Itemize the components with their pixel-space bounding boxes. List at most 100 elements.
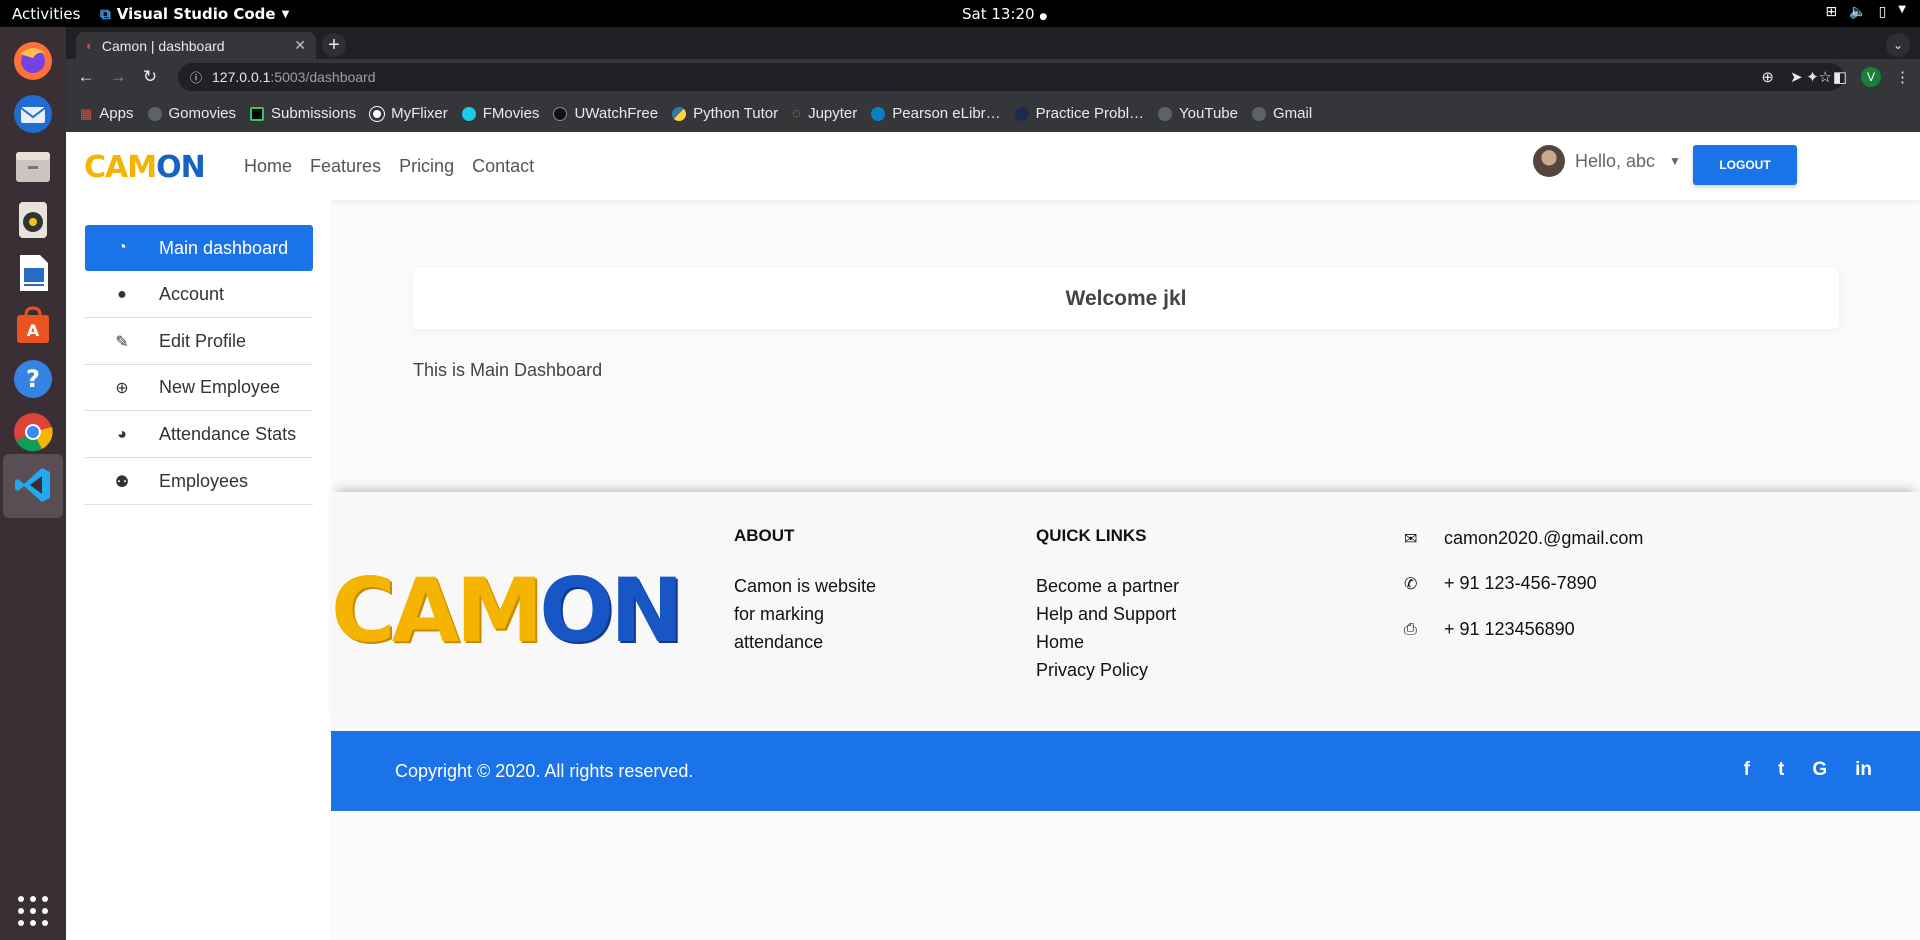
bookmark-label: Gomovies [168,105,237,122]
bookmark-youtube[interactable]: YouTube [1158,105,1238,122]
sidebar-item-new-employee[interactable]: ⊕ New Employee [85,365,313,411]
nav-link-home[interactable]: Home [244,156,292,177]
nav-link-pricing[interactable]: Pricing [399,156,454,177]
dashboard-subtitle: This is Main Dashboard [413,360,603,380]
bookmark-label: UWatchFree [574,105,659,122]
linkedin-icon[interactable]: in [1855,759,1872,781]
vscode-icon[interactable] [9,461,57,509]
clock[interactable]: Sat 13:20 ● [962,5,1047,23]
footer-link-privacy[interactable]: Privacy Policy [1036,656,1179,684]
rhythmbox-icon[interactable] [9,196,57,244]
help-icon[interactable]: ? [9,355,57,403]
about-heading: ABOUT [734,526,795,545]
activities-button[interactable]: Activities [12,5,80,23]
nav-link-contact[interactable]: Contact [472,156,534,177]
menu-icon[interactable]: ⋮ [1895,68,1910,86]
bookmark-pearson[interactable]: Pearson eLibr… [871,105,1001,122]
browser-toolbar: ← → ↻ ⓘ 127.0.0.1:5003/dashboard ⊕ ➤ ☆ ✦… [66,59,1920,95]
url-path: :5003/dashboard [270,69,376,85]
software-center-icon[interactable]: A [9,302,57,350]
address-bar[interactable]: ⓘ 127.0.0.1:5003/dashboard ⊕ ➤ ☆ [178,63,1844,91]
contact-email: ✉ camon2020.@gmail.com [1404,528,1643,549]
logout-button[interactable]: LOGOUT [1693,145,1797,185]
battery-icon: ▯ [1878,4,1887,20]
apps-grid-icon: ▦ [80,105,93,121]
contact-phone: ✆ + 91 123-456-7890 [1404,573,1597,594]
bookmark-gomovies[interactable]: Gomovies [147,105,237,122]
bookmark-jupyter[interactable]: ◌ Jupyter [792,105,857,122]
svg-text:A: A [27,321,40,340]
tab-search-button[interactable]: ⌄ [1886,33,1910,57]
user-menu[interactable]: Hello, abc ▼ [1533,145,1681,177]
app-menu[interactable]: ⧉ Visual Studio Code ▼ [100,5,289,23]
copyright-bar: Copyright © 2020. All rights reserved. f… [331,731,1920,811]
facebook-icon[interactable]: f [1744,759,1750,781]
firefox-icon[interactable] [9,37,57,85]
user-edit-icon: ✎ [115,333,129,351]
contact-fax: ⎙ + 91 123456890 [1404,619,1575,640]
footer-logo: CAMON [331,567,684,655]
bookmark-fmovies[interactable]: FMovies [461,105,540,122]
twitter-icon[interactable]: t [1778,759,1784,781]
quick-links-heading: QUICK LINKS [1036,526,1147,545]
bookmark-uwatchfree[interactable]: UWatchFree [553,105,658,122]
nav-links: Home Features Pricing Contact [244,156,534,177]
bookmark-label: FMovies [482,105,540,122]
close-tab-icon[interactable]: ✕ [294,37,306,54]
footer-link-become-partner[interactable]: Become a partner [1036,572,1179,600]
globe-icon [1252,106,1266,121]
new-tab-button[interactable]: + [322,33,346,57]
bookmark-myflixer[interactable]: MyFlixer [369,105,448,122]
tab-title: Camon | dashboard [101,37,225,54]
fax-text: + 91 123456890 [1444,619,1575,639]
sidebar-item-edit-profile[interactable]: ✎ Edit Profile [85,319,313,365]
nav-link-features[interactable]: Features [310,156,381,177]
sidebar: ◔ Main dashboard ● Account ✎ Edit Profil… [66,200,331,940]
writer-icon[interactable] [9,249,57,297]
bookmark-apps[interactable]: ▦ Apps [80,105,134,122]
sidebar-item-label: Edit Profile [159,331,247,351]
caret-down-icon: ▼ [1669,154,1681,168]
quick-links: Become a partner Help and Support Home P… [1036,572,1179,684]
bookmark-gmail[interactable]: Gmail [1252,105,1312,122]
footer-link-help-support[interactable]: Help and Support [1036,600,1179,628]
bookmark-python-tutor[interactable]: Python Tutor [672,105,778,122]
zoom-icon[interactable]: ⊕ [1761,68,1774,86]
camon-logo[interactable]: CAMON [84,150,206,185]
sidebar-item-employees[interactable]: ⚉ Employees [85,459,313,505]
sidebar-item-main-dashboard[interactable]: ◔ Main dashboard [85,225,313,271]
bookmark-practice[interactable]: Practice Probl… [1014,105,1144,122]
bookmark-submissions[interactable]: Submissions [250,105,356,122]
user-greeting: Hello, abc [1575,150,1656,171]
sidebar-item-account[interactable]: ● Account [85,272,313,318]
app-name: Visual Studio Code [116,5,276,23]
chrome-icon[interactable] [9,408,57,456]
profile-avatar[interactable]: V [1861,67,1881,87]
show-applications-icon[interactable] [9,887,57,935]
forward-icon[interactable]: → [106,65,130,89]
files-icon[interactable] [9,143,57,191]
thunderbird-icon[interactable] [9,90,57,138]
back-icon[interactable]: ← [74,65,98,89]
url-host: 127.0.0.1 [212,69,271,85]
footer-link-home[interactable]: Home [1036,628,1179,656]
send-icon[interactable]: ➤ [1790,68,1803,86]
dock: A ? [0,27,66,940]
bookmark-label: Gmail [1273,105,1313,122]
extensions-icon[interactable]: ✦ [1806,68,1819,86]
globe-icon [1158,106,1173,121]
google-icon[interactable]: G [1812,759,1827,781]
browser-tab[interactable]: ◐ Camon | dashboard ✕ [76,32,316,59]
tab-favicon-icon: ◐ [86,38,94,53]
system-tray[interactable]: ⊞ 🔈 ▯ ▼ [1825,4,1906,20]
social-links: f t G in [1744,759,1872,781]
reload-icon[interactable]: ↻ [138,65,162,89]
site-navbar: CAMON Home Features Pricing Contact Hell… [66,132,1920,200]
notification-dot-icon: ● [1039,12,1048,22]
site-info-icon[interactable]: ⓘ [190,69,202,86]
side-panel-icon[interactable]: ◧ [1833,68,1847,86]
sidebar-item-attendance-stats[interactable]: ◕ Attendance Stats [85,412,313,458]
site-footer: CAMON ABOUT Camon is website for marking… [331,492,1920,731]
practice-icon [1014,106,1029,121]
browser-chrome: ◐ Camon | dashboard ✕ + ⌄ ← → ↻ ⓘ 127.0.… [66,27,1920,132]
